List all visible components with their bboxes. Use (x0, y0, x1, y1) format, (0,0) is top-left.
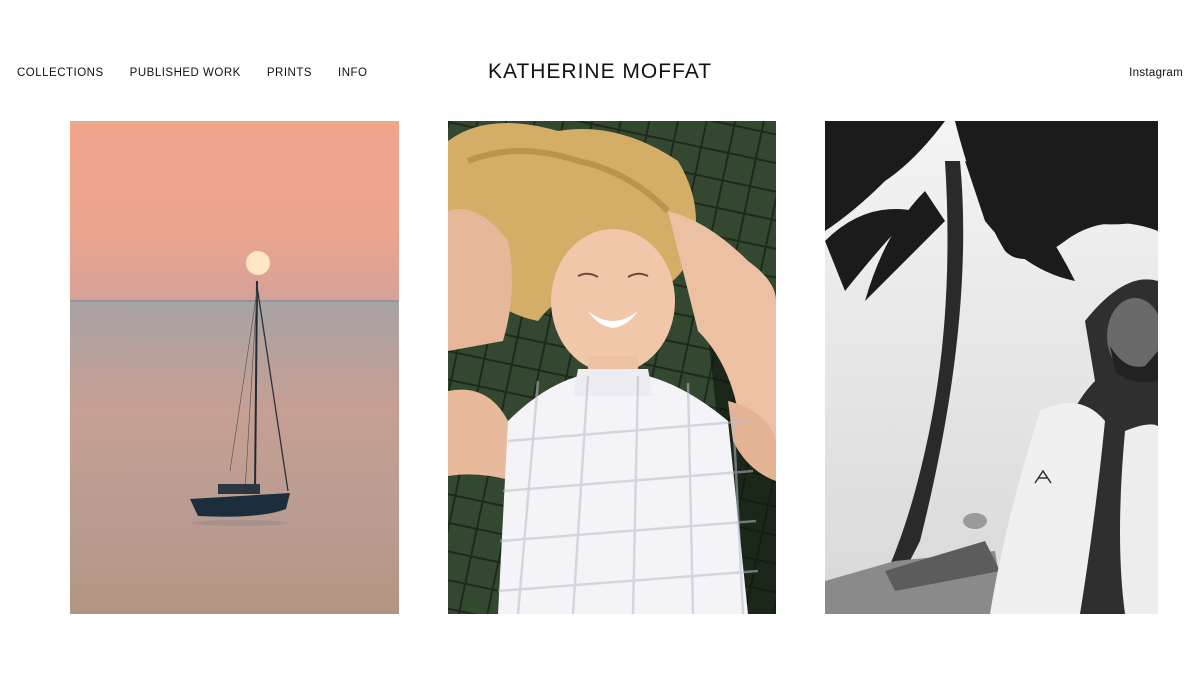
site-title: KATHERINE MOFFAT (0, 60, 1200, 84)
woman-laughing-image (448, 121, 776, 614)
instagram-link[interactable]: Instagram (1129, 67, 1183, 79)
sailboat-sunset-image (70, 121, 399, 614)
photo-man-palm-trees[interactable] (825, 121, 1158, 614)
photo-sailboat-sunset[interactable] (70, 121, 399, 614)
site-title-link[interactable]: KATHERINE MOFFAT (488, 60, 712, 83)
photo-woman-laughing[interactable] (448, 121, 776, 614)
man-palm-trees-image (825, 121, 1158, 614)
